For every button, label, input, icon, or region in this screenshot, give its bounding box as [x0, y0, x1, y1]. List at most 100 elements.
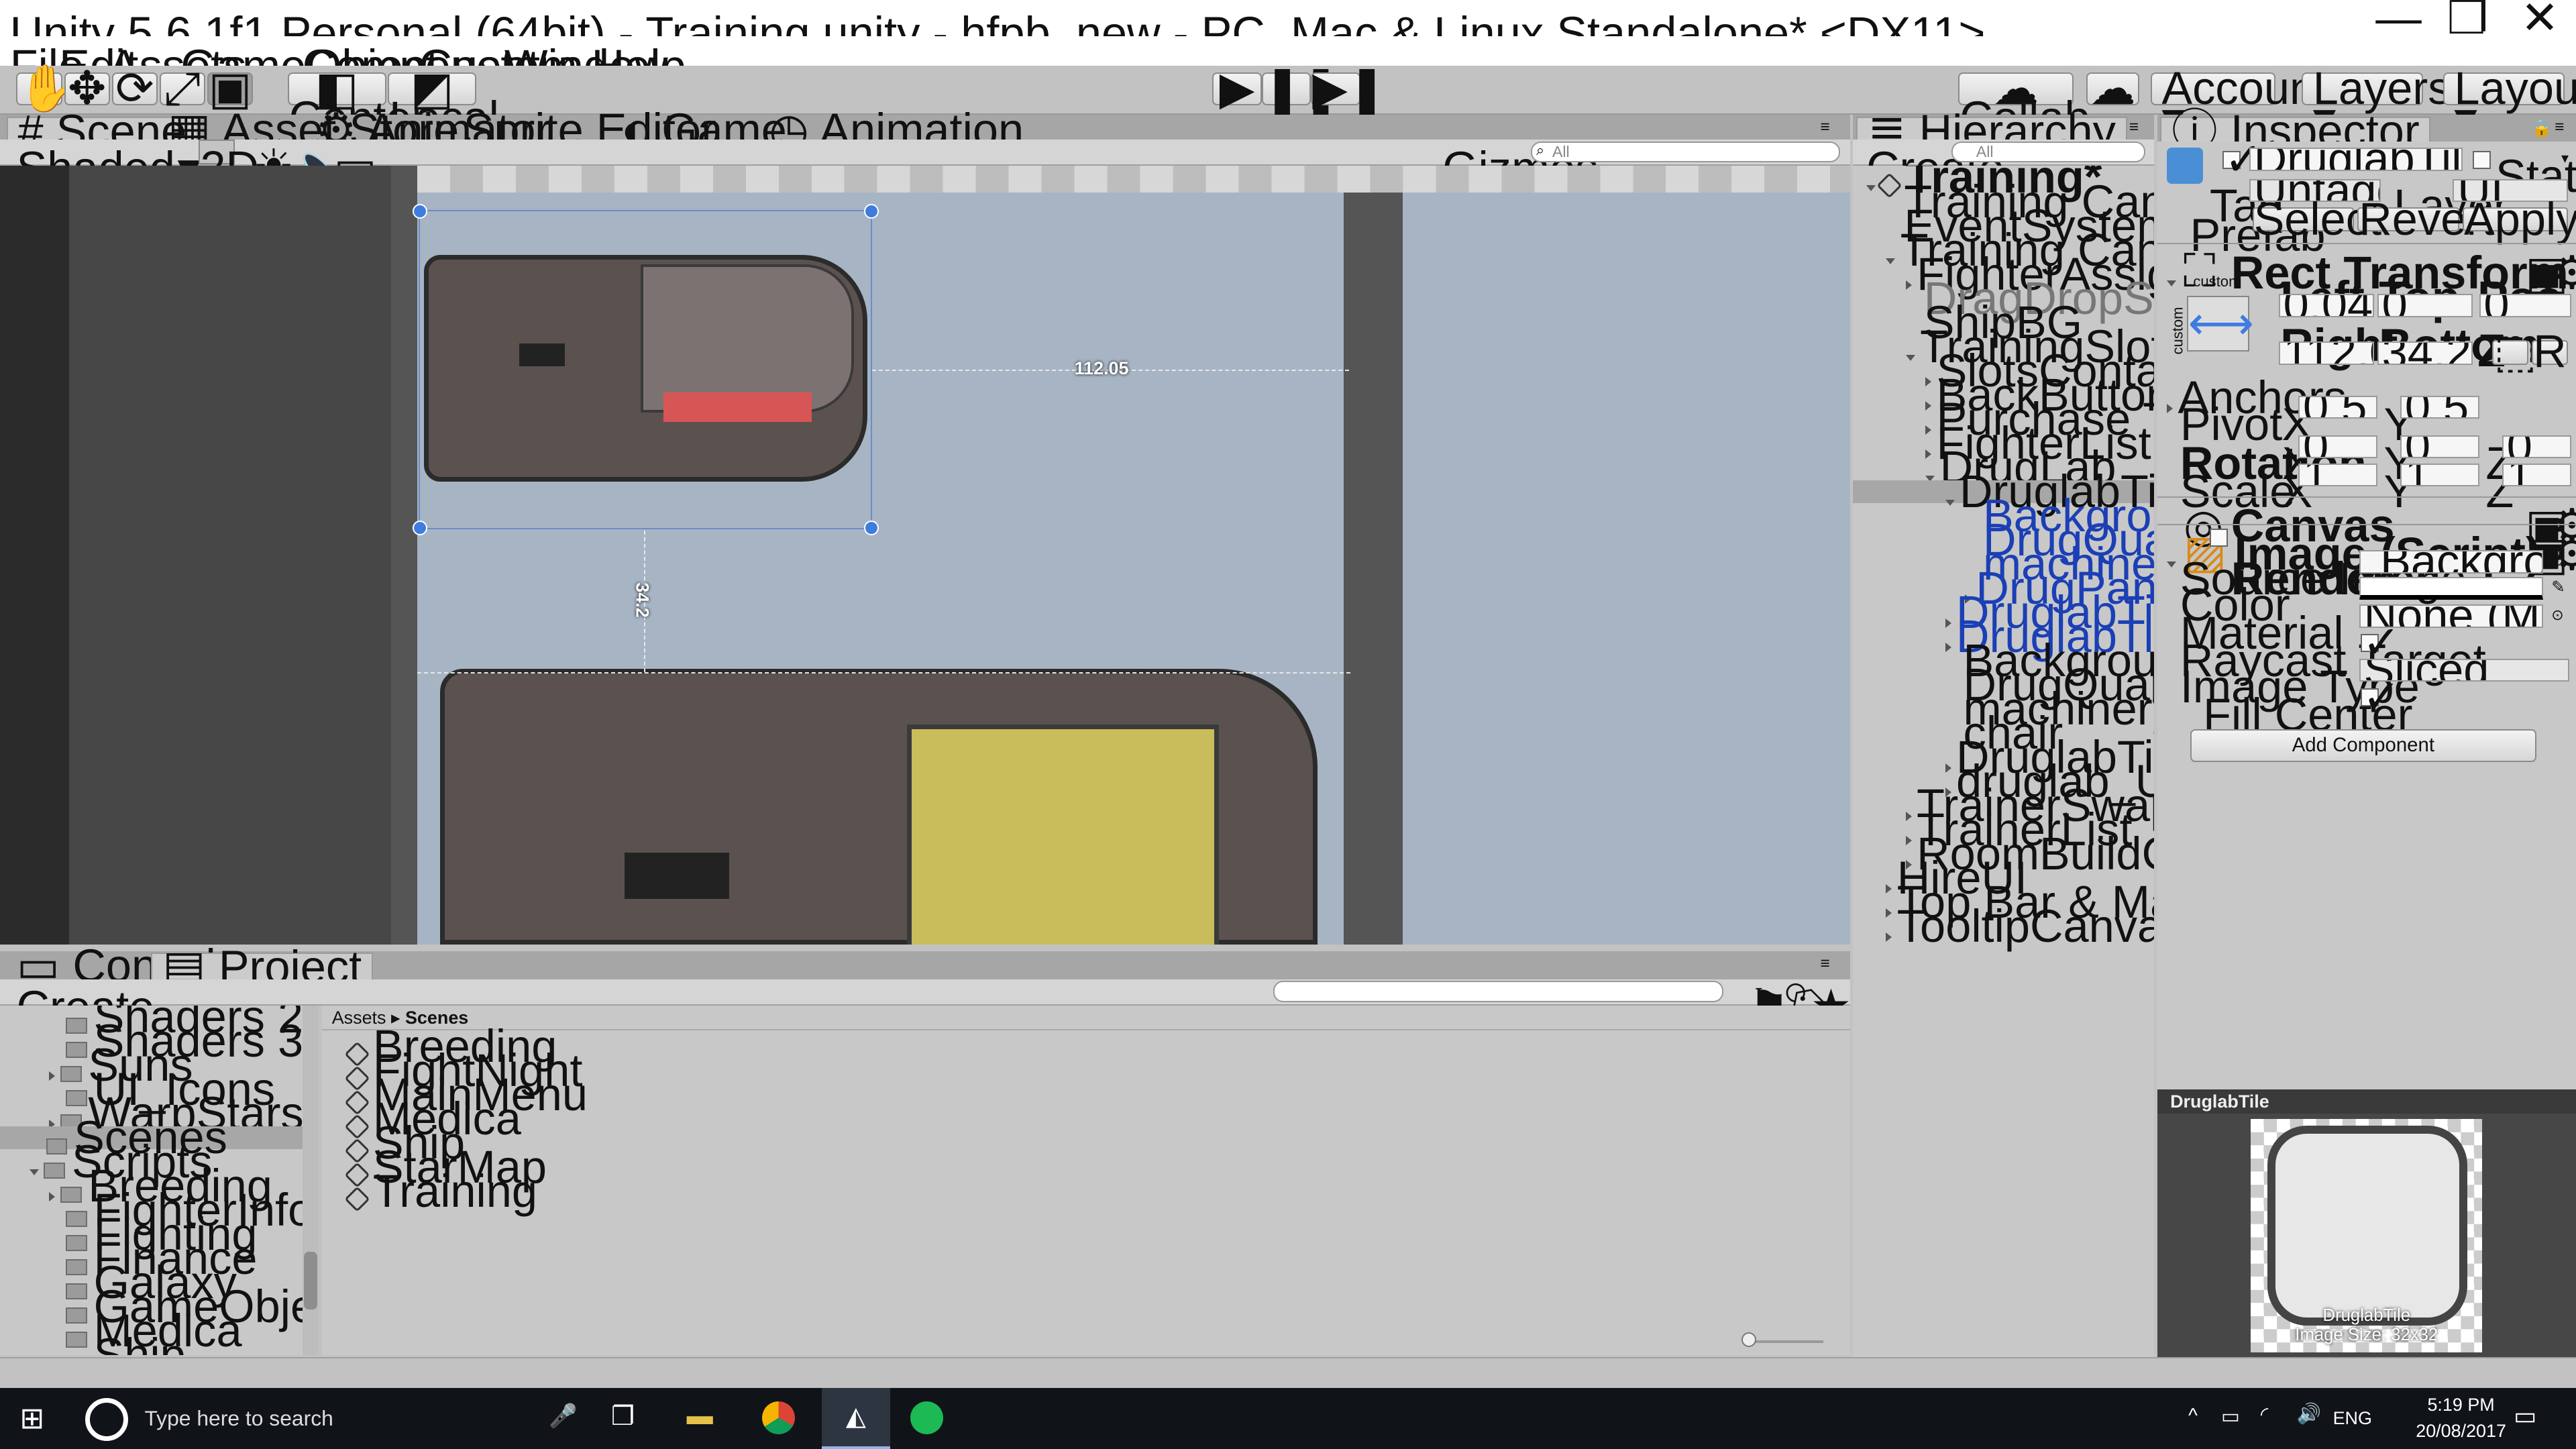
- fill-center-checkbox[interactable]: ✓: [2361, 674, 2401, 720]
- prefab-apply-button[interactable]: Apply: [2463, 196, 2576, 241]
- pause-button[interactable]: ❚❚: [1261, 64, 1340, 111]
- active-checkbox[interactable]: ✓: [2222, 137, 2263, 182]
- rect-transform-gizmo[interactable]: [419, 210, 873, 529]
- hierarchy-search-input[interactable]: All: [1951, 141, 2146, 163]
- microphone-icon[interactable]: 🎤: [549, 1403, 578, 1430]
- project-tree-scrollbar[interactable]: [302, 1005, 319, 1356]
- color-swatch[interactable]: [2359, 576, 2544, 600]
- project-search-input[interactable]: [1273, 981, 1723, 1002]
- file-explorer-icon[interactable]: ▬: [687, 1401, 713, 1431]
- rotate-tool-icon[interactable]: ⟳: [111, 65, 158, 111]
- static-dropdown-arrow-icon[interactable]: ▾: [2561, 150, 2569, 167]
- account-dropdown[interactable]: Account ▾: [2150, 64, 2328, 141]
- right-input[interactable]: 112.05: [2278, 341, 2374, 365]
- services-button[interactable]: ☁: [2086, 64, 2139, 111]
- unity-taskbar-button[interactable]: ◭: [821, 1388, 891, 1449]
- hand-tool-icon[interactable]: ✋: [16, 65, 75, 111]
- inspector-menu-icon[interactable]: ≡: [2555, 118, 2564, 137]
- project-folder-item[interactable]: Ship: [49, 1332, 186, 1356]
- posz-input[interactable]: 0: [2479, 294, 2571, 317]
- raycast-target-checkbox[interactable]: ✓: [2361, 620, 2401, 665]
- scene-file-item[interactable]: Training: [344, 1168, 537, 1214]
- scene-view[interactable]: 112.05 34.2: [0, 166, 1850, 945]
- layers-dropdown[interactable]: Layers ▾: [2302, 64, 2451, 141]
- material-picker-icon[interactable]: ⊙: [2551, 606, 2563, 624]
- lock-icon[interactable]: 🔒: [2532, 118, 2552, 138]
- minimize-button[interactable]: —: [2363, 0, 2435, 41]
- rect-transform-header[interactable]: ⛶ Rect Transform ▣ ⚙: [2157, 243, 2576, 299]
- hierarchy-menu-icon[interactable]: ≡: [2129, 118, 2139, 137]
- left-input[interactable]: 0.049999: [2278, 294, 2374, 317]
- play-icon: ▶: [1219, 62, 1255, 114]
- collab-button[interactable]: ☁ Collab ▾: [1958, 64, 2090, 170]
- image-enabled-checkbox[interactable]: [2209, 529, 2228, 547]
- canvas-renderer-header[interactable]: ◎ Canvas Renderer ▣ ⚙: [2157, 496, 2576, 604]
- tab-inspector[interactable]: ⓘ Inspector: [2160, 108, 2431, 154]
- pivot-center-button[interactable]: ◧ Center: [287, 64, 427, 141]
- expanded-arrow-icon[interactable]: [1886, 258, 1896, 264]
- clock-date[interactable]: 20/08/2017: [2402, 1421, 2520, 1442]
- panel-menu-icon[interactable]: ≡: [1820, 118, 1829, 137]
- scale-y-input[interactable]: 1: [2400, 463, 2479, 486]
- scene-search-input[interactable]: All: [1531, 141, 1840, 163]
- windows-start-icon[interactable]: ⊞: [19, 1401, 44, 1436]
- prefab-select-button[interactable]: Select: [2252, 196, 2381, 241]
- hierarchy-item[interactable]: TooltipCanvas: [1886, 903, 2154, 949]
- rect-tool-icon[interactable]: ▣: [207, 65, 254, 111]
- maximize-button[interactable]: ❐: [2432, 0, 2504, 41]
- clock-time[interactable]: 5:19 PM: [2402, 1395, 2520, 1415]
- chrome-icon[interactable]: [762, 1401, 796, 1434]
- gameobject-name-input[interactable]: DruglabTile: [2249, 148, 2463, 171]
- bottom-tab-row: ▭ Console ▤ Project ≡: [0, 943, 1850, 991]
- move-tool-icon[interactable]: ✥: [64, 65, 111, 111]
- expanded-arrow-icon[interactable]: [30, 1169, 40, 1175]
- tray-chevron-icon[interactable]: ^: [2188, 1405, 2198, 1428]
- eyedropper-icon[interactable]: ✎: [2551, 577, 2565, 597]
- space-local-button[interactable]: ◩ Local: [387, 64, 499, 141]
- volume-icon[interactable]: 🔊: [2297, 1403, 2322, 1426]
- rect-handle-tr[interactable]: [864, 203, 879, 219]
- cortana-icon[interactable]: [85, 1398, 129, 1441]
- object-picker-icon[interactable]: ⊙: [2551, 552, 2563, 570]
- source-image-field[interactable]: Background: [2359, 550, 2544, 574]
- rotation-y-input[interactable]: 0: [2400, 435, 2479, 459]
- wifi-icon[interactable]: ◜: [2261, 1403, 2268, 1426]
- pivot-y-input[interactable]: 0.5: [2400, 396, 2479, 419]
- notifications-icon[interactable]: ▭: [2514, 1401, 2537, 1430]
- anchor-preset-button[interactable]: ⟷: [2186, 295, 2254, 352]
- task-view-icon[interactable]: ❐: [611, 1401, 635, 1432]
- prefab-revert-button[interactable]: Revert: [2357, 196, 2494, 241]
- play-button[interactable]: ▶: [1212, 64, 1262, 111]
- icon-size-slider[interactable]: [1744, 1340, 1824, 1343]
- close-button[interactable]: ✕: [2504, 0, 2576, 41]
- image-component-header[interactable]: ▨ Image (Script) ▣ ⚙: [2157, 524, 2576, 580]
- collapsed-arrow-icon[interactable]: [1886, 932, 1892, 943]
- step-button[interactable]: ▶❚: [1311, 64, 1386, 111]
- battery-icon[interactable]: ▭: [2221, 1405, 2240, 1428]
- scale-z-input[interactable]: 1: [2502, 463, 2571, 486]
- scale-x-input[interactable]: 1: [2298, 463, 2377, 486]
- top-input[interactable]: 0: [2377, 294, 2473, 317]
- bottom-input[interactable]: 34.2: [2377, 341, 2473, 365]
- rect-handle-tl[interactable]: [412, 203, 427, 219]
- rect-handle-bl[interactable]: [412, 521, 427, 536]
- pivot-x-input[interactable]: 0.5: [2298, 396, 2377, 419]
- scrollbar-thumb[interactable]: [304, 1252, 317, 1309]
- icon-size-slider-thumb[interactable]: [1741, 1332, 1756, 1348]
- layout-dropdown[interactable]: Layout ▾: [2443, 64, 2576, 141]
- expanded-arrow-icon[interactable]: [1905, 354, 1915, 361]
- add-component-button[interactable]: Add Component: [2190, 729, 2537, 763]
- static-checkbox[interactable]: [2472, 151, 2491, 170]
- expanded-arrow-icon[interactable]: [1945, 499, 1955, 506]
- scale-tool-icon[interactable]: ⤢: [159, 65, 206, 111]
- raw-edit-button[interactable]: R: [2531, 328, 2568, 374]
- language-indicator[interactable]: ENG: [2333, 1408, 2372, 1429]
- rotation-z-input[interactable]: 0: [2502, 435, 2571, 459]
- spotify-icon[interactable]: [910, 1401, 943, 1434]
- 2d-toggle[interactable]: 2D: [199, 140, 259, 193]
- blueprint-mode-button[interactable]: ⬚: [2492, 328, 2537, 374]
- taskbar-search-input[interactable]: Type here to search: [145, 1406, 333, 1431]
- tab-project[interactable]: ▤ Project: [151, 944, 373, 991]
- project-menu-icon[interactable]: ≡: [1820, 955, 1829, 973]
- rotation-x-input[interactable]: 0: [2298, 435, 2377, 459]
